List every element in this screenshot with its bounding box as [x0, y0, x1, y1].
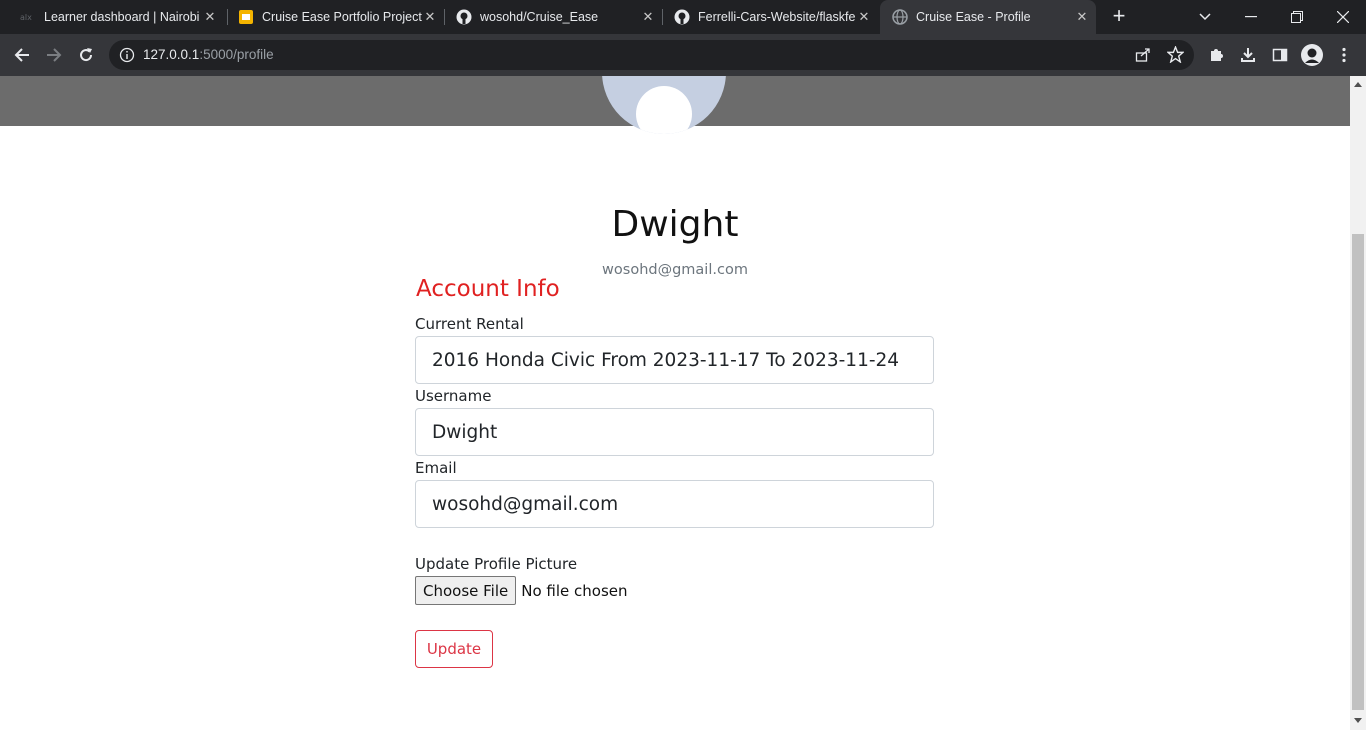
restore-button[interactable] [1274, 0, 1320, 34]
scroll-down-arrow-icon[interactable] [1354, 718, 1362, 723]
current-rental-field[interactable]: 2016 Honda Civic From 2023-11-17 To 2023… [415, 336, 934, 384]
tab-learner-dashboard[interactable]: alx Learner dashboard | Nairobi ✕ [8, 0, 224, 34]
email-label: Email [415, 459, 457, 477]
slides-icon [238, 9, 254, 25]
profile-picture-file-input: Choose File No file chosen [415, 576, 628, 605]
account-info-title: Account Info [416, 276, 560, 302]
alx-favicon: alx [20, 9, 36, 25]
current-rental-label: Current Rental [415, 315, 524, 333]
choose-file-button[interactable]: Choose File [415, 576, 517, 605]
side-panel-icon[interactable] [1268, 43, 1292, 67]
avatar-head-shape [636, 86, 692, 134]
update-button[interactable]: Update [415, 630, 493, 668]
github-icon [674, 9, 690, 25]
url-host: 127.0.0.1 [143, 47, 200, 62]
tab-title: Ferrelli-Cars-Website/flaskfe [698, 10, 856, 24]
close-tab-icon[interactable]: ✕ [422, 9, 438, 25]
extensions-puzzle-icon[interactable] [1204, 43, 1228, 67]
new-tab-button[interactable]: + [1108, 5, 1130, 27]
back-arrow-icon[interactable] [10, 43, 34, 67]
tab-title: Cruise Ease Portfolio Project [262, 10, 422, 24]
bookmark-star-icon[interactable] [1166, 45, 1185, 68]
globe-icon [892, 9, 908, 25]
scroll-up-arrow-icon[interactable] [1354, 82, 1362, 87]
forward-arrow-icon[interactable] [42, 43, 66, 67]
close-window-button[interactable] [1320, 0, 1366, 34]
browser-toolbar: 127.0.0.1:5000/profile [0, 34, 1366, 76]
share-icon[interactable] [1135, 47, 1151, 68]
close-tab-icon[interactable]: ✕ [1074, 9, 1090, 25]
scrollbar-thumb[interactable] [1352, 234, 1364, 710]
url-path: :5000/profile [199, 47, 274, 62]
no-file-chosen-text: No file chosen [521, 581, 628, 600]
page-scrollbar[interactable] [1350, 76, 1366, 730]
svg-text:alx: alx [20, 13, 32, 22]
chrome-menu-icon[interactable] [1332, 43, 1356, 67]
close-tab-icon[interactable]: ✕ [202, 9, 218, 25]
minimize-button[interactable] [1228, 0, 1274, 34]
tab-cruise-ease-profile[interactable]: Cruise Ease - Profile ✕ [880, 0, 1096, 34]
update-picture-label: Update Profile Picture [415, 555, 578, 573]
close-tab-icon[interactable]: ✕ [856, 9, 872, 25]
tab-title: wosohd/Cruise_Ease [480, 10, 599, 24]
site-info-icon[interactable] [119, 47, 135, 63]
email-field[interactable]: wosohd@gmail.com [415, 480, 934, 528]
tab-title: Cruise Ease - Profile [916, 10, 1031, 24]
tab-github-cruise-ease[interactable]: wosohd/Cruise_Ease ✕ [444, 0, 662, 34]
profile-page: Dwight wosohd@gmail.com Account Info Cur… [0, 76, 1350, 730]
tab-github-ferrelli[interactable]: Ferrelli-Cars-Website/flaskfe ✕ [662, 0, 878, 34]
profile-name: Dwight [611, 204, 739, 245]
username-field[interactable]: Dwight [415, 408, 934, 456]
github-icon [456, 9, 472, 25]
close-tab-icon[interactable]: ✕ [640, 9, 656, 25]
profile-avatar-icon[interactable] [1300, 43, 1324, 67]
tab-search-chevron-icon[interactable] [1182, 0, 1228, 34]
address-bar[interactable]: 127.0.0.1:5000/profile [109, 40, 1194, 70]
tab-strip: alx Learner dashboard | Nairobi ✕ Cruise… [0, 0, 1366, 34]
download-icon[interactable] [1236, 43, 1260, 67]
username-label: Username [415, 387, 492, 405]
tab-cruise-ease-portfolio[interactable]: Cruise Ease Portfolio Project ✕ [226, 0, 444, 34]
url-text: 127.0.0.1:5000/profile [143, 47, 274, 62]
reload-icon[interactable] [74, 43, 98, 67]
tab-title: Learner dashboard | Nairobi [44, 10, 200, 24]
